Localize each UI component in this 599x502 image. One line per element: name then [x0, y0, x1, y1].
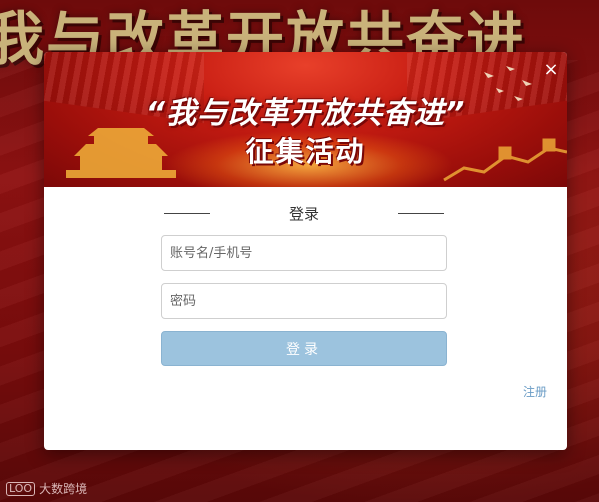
- account-input[interactable]: [161, 235, 447, 271]
- banner-subtitle: 征集活动: [245, 135, 366, 168]
- watermark: LOO 大数跨境: [6, 480, 87, 497]
- login-title-row: 登录: [164, 202, 444, 224]
- background-headline: 我与改革开放共奋进: [0, 5, 527, 73]
- close-icon[interactable]: ×: [543, 61, 559, 79]
- campaign-banner: “我与改革开放共奋进” 征集活动 ×: [44, 52, 567, 187]
- password-input[interactable]: [161, 283, 447, 319]
- banner-title: “我与改革开放共奋进”: [145, 96, 466, 131]
- divider-right: [398, 212, 444, 214]
- login-button[interactable]: 登录: [161, 331, 447, 366]
- login-modal: “我与改革开放共奋进” 征集活动 × 登录 登录 注册: [44, 52, 567, 450]
- divider-left: [164, 212, 210, 214]
- register-link[interactable]: 注册: [523, 383, 547, 400]
- watermark-text: 大数跨境: [39, 482, 88, 496]
- login-title: 登录: [288, 204, 319, 223]
- watermark-logo: LOO: [6, 481, 36, 496]
